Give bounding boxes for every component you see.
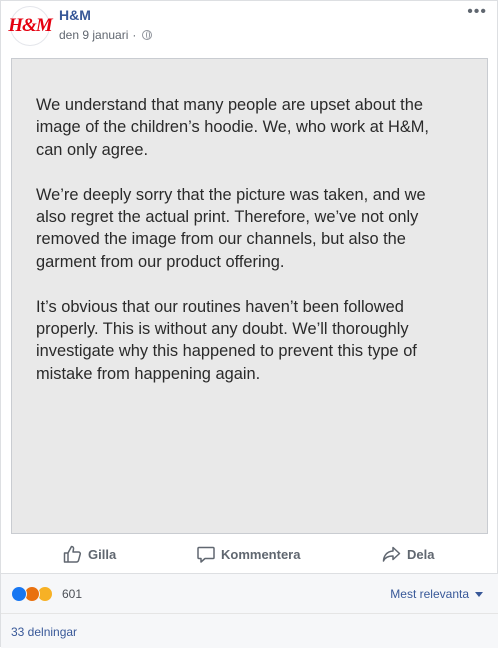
share-label: Dela <box>407 546 435 562</box>
like-button[interactable]: Gilla <box>63 534 116 574</box>
meta-separator: · <box>132 28 137 42</box>
shares-count-link[interactable]: 33 delningar <box>11 625 77 639</box>
statement-text: We understand that many people are upset… <box>36 94 456 408</box>
comment-sort-dropdown[interactable]: Mest relevanta <box>390 587 483 601</box>
share-arrow-icon <box>382 546 401 562</box>
sort-label: Mest relevanta <box>390 587 469 601</box>
reaction-count[interactable]: 601 <box>62 587 82 601</box>
thumbs-up-icon <box>63 545 82 563</box>
facebook-post: H&M H&M den 9 januari · ••• We understan… <box>0 0 498 648</box>
page-avatar[interactable]: H&M <box>8 6 53 46</box>
more-options-button[interactable]: ••• <box>467 3 487 21</box>
caret-down-icon <box>475 591 483 597</box>
hm-logo: H&M <box>8 15 52 36</box>
shares-row: 33 delningar <box>1 614 498 648</box>
globe-icon <box>142 30 153 40</box>
statement-paragraph: We understand that many people are upset… <box>36 96 429 159</box>
like-reaction-icon[interactable] <box>11 586 27 602</box>
like-label: Gilla <box>88 546 117 562</box>
comment-icon <box>197 546 215 563</box>
share-button[interactable]: Dela <box>382 534 434 574</box>
page-name-link[interactable]: H&M <box>59 7 91 23</box>
post-date[interactable]: den 9 januari <box>59 28 128 42</box>
action-bar: Gilla Kommentera Dela <box>1 534 498 574</box>
statement-paragraph: We’re deeply sorry that the picture was … <box>36 185 426 271</box>
post-meta: den 9 januari · <box>59 28 153 42</box>
comment-label: Kommentera <box>221 546 301 562</box>
statement-paragraph: It’s obvious that our routines haven’t b… <box>36 297 417 383</box>
comment-button[interactable]: Kommentera <box>197 534 300 574</box>
reactions-row: 601 Mest relevanta <box>1 574 498 614</box>
